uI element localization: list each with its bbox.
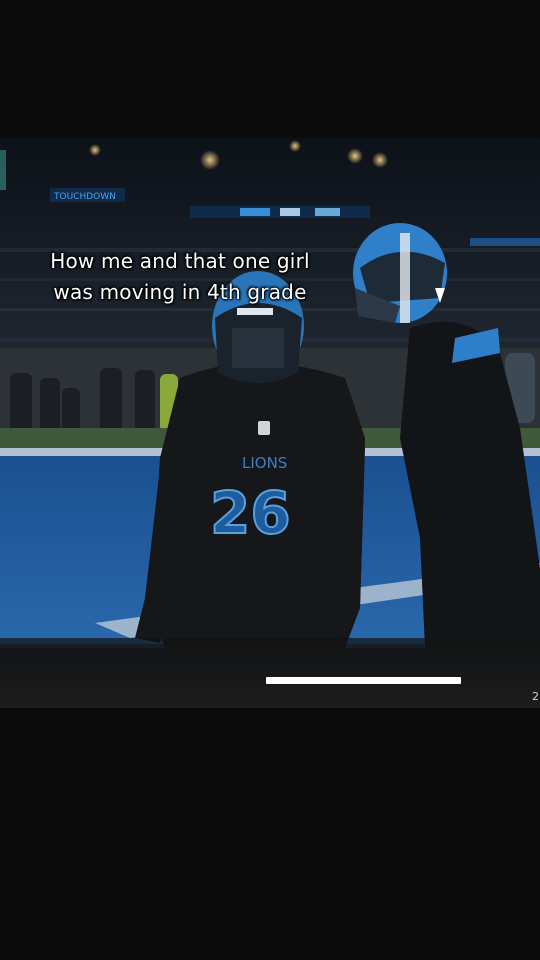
jersey-text: LIONS [242, 454, 287, 472]
nfl-shield-icon [258, 421, 270, 435]
video-player[interactable]: TOUCHDOWN 26 LIONS How me and that one g… [0, 138, 540, 708]
video-caption: How me and that one girl was moving in 4… [20, 246, 340, 308]
corner-digit: 2 [532, 690, 539, 703]
jersey-number-text: 26 [210, 479, 291, 547]
app-screen: TOUCHDOWN 26 LIONS How me and that one g… [0, 0, 540, 960]
video-progress-bar[interactable] [266, 677, 461, 684]
stadium-sign-text: TOUCHDOWN [53, 192, 116, 202]
video-progress-track[interactable] [0, 644, 540, 708]
jersey-number: 26 [209, 478, 292, 548]
video-scene: TOUCHDOWN 26 LIONS [0, 138, 540, 708]
bottom-letterbox [0, 708, 540, 960]
caption-line-2: was moving in 4th grade [53, 280, 307, 304]
channel-corner-icon [0, 150, 6, 190]
top-letterbox [0, 0, 540, 138]
caption-line-1: How me and that one girl [50, 249, 310, 273]
